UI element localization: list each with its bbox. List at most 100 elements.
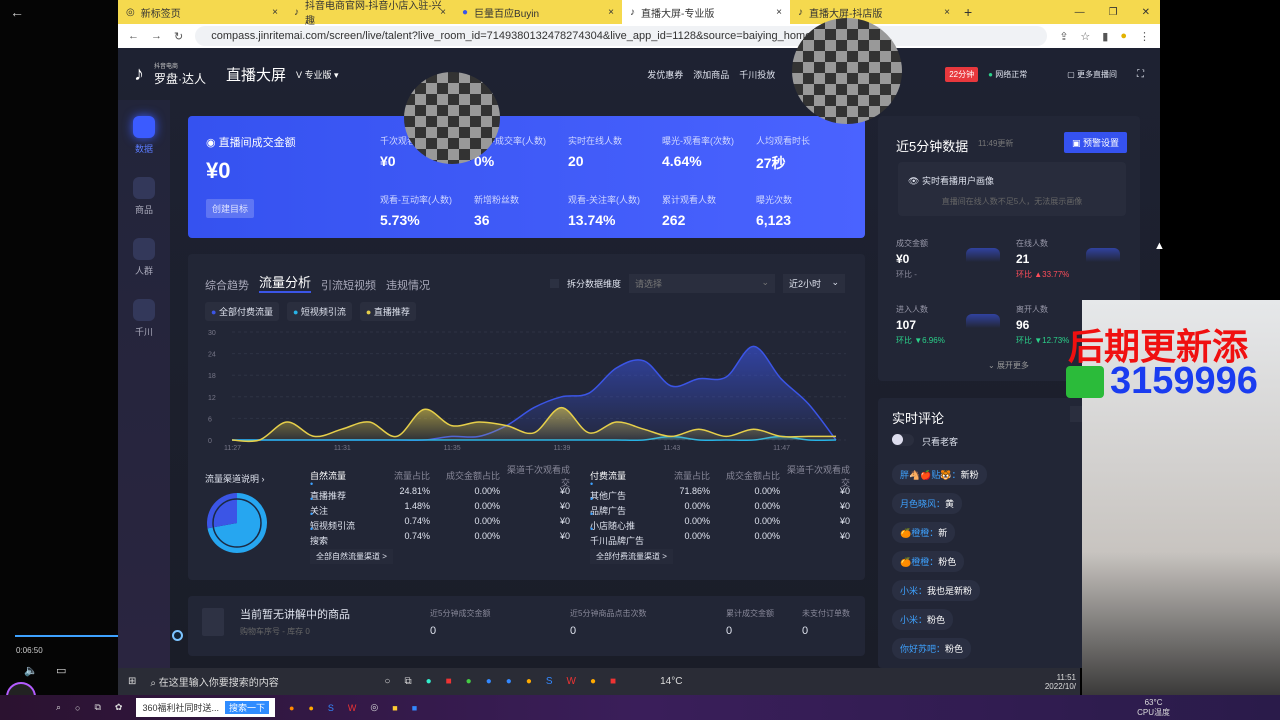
- app-icon[interactable]: ■: [412, 703, 417, 713]
- expand-more-link[interactable]: ⌄ 展开更多: [988, 360, 1029, 371]
- close-tab-icon[interactable]: ×: [440, 7, 446, 18]
- cart-icon: [133, 177, 155, 199]
- alert-settings-button[interactable]: ▣ 预警设置: [1064, 132, 1128, 153]
- sidebar-icon[interactable]: ▮: [1102, 30, 1108, 43]
- legend-item[interactable]: ● 短视频引流: [286, 302, 352, 321]
- ie-icon[interactable]: ●: [506, 676, 512, 687]
- metric: 曝光次数 6,123: [756, 195, 793, 228]
- wps-icon[interactable]: W: [348, 703, 357, 713]
- close-tab-icon[interactable]: ×: [272, 7, 278, 18]
- reload-icon[interactable]: ↻: [174, 30, 183, 43]
- forward-icon[interactable]: →: [151, 30, 162, 42]
- range-select[interactable]: 近2小时 ⌄: [783, 274, 846, 293]
- old-customer-toggle[interactable]: [892, 434, 914, 446]
- new-tab-icon[interactable]: +: [964, 4, 972, 20]
- app-icon[interactable]: ◎: [370, 702, 378, 713]
- legend-item[interactable]: ● 直播推荐: [359, 302, 416, 321]
- comment-item: 🍊橙橙：新: [892, 522, 987, 551]
- profile-icon[interactable]: ●: [1120, 30, 1127, 42]
- share-icon[interactable]: ⇪: [1059, 30, 1068, 43]
- search-button[interactable]: 搜索一下: [225, 701, 270, 714]
- wps-icon[interactable]: W: [567, 676, 576, 687]
- chrome-icon[interactable]: ●: [308, 703, 313, 713]
- task-view-icon[interactable]: ⧉: [94, 702, 100, 713]
- browser-tab[interactable]: ◎ 新标签页 ×: [118, 0, 286, 24]
- analysis-tab[interactable]: 违规情况: [386, 277, 430, 293]
- recorder-icon[interactable]: ■: [610, 676, 616, 687]
- app-icon[interactable]: ✿: [115, 702, 123, 713]
- app-icon[interactable]: ■: [446, 676, 452, 687]
- sidebar: 数据 商品 人群 千川: [118, 100, 170, 668]
- url-input[interactable]: compass.jinritemai.com/screen/live/talen…: [195, 26, 1048, 46]
- fullscreen-icon[interactable]: ⛶: [1137, 69, 1144, 80]
- close-tab-icon[interactable]: ×: [776, 7, 782, 18]
- sogou-icon[interactable]: S: [546, 676, 553, 687]
- folder-icon[interactable]: ■: [392, 703, 397, 713]
- sidebar-item-data[interactable]: 数据: [118, 116, 170, 155]
- windows-start-icon[interactable]: ⊞: [128, 676, 136, 687]
- subtitle-icon[interactable]: ▭: [56, 664, 66, 677]
- create-goal-button[interactable]: 创建目标: [206, 199, 255, 218]
- split-checkbox[interactable]: [550, 279, 559, 288]
- legend-item[interactable]: ● 全部付费流量: [205, 302, 279, 321]
- progress-handle[interactable]: [172, 630, 183, 641]
- mosaic-blur: [792, 18, 902, 124]
- chrome-icon[interactable]: ●: [526, 676, 532, 687]
- taskbar-search[interactable]: ⌕ 在这里输入你要搜索的内容: [150, 674, 370, 689]
- browser-tab[interactable]: ♪ 直播大屏-抖店版 ×: [790, 0, 958, 24]
- sparkline: [966, 248, 1000, 262]
- header-link[interactable]: 添加商品: [693, 68, 729, 81]
- analysis-tab[interactable]: 综合趋势: [205, 277, 249, 293]
- edge-icon[interactable]: ●: [426, 676, 432, 687]
- table-row: • 搜索 0.74% 0.00% ¥0: [310, 524, 570, 546]
- natural-traffic-table: 自然流量 流量占比 成交金额占比 渠道千次观看成交 • 直播推荐 24.81% 0.00% ¥…: [310, 465, 570, 564]
- edition-dropdown[interactable]: V 专业版 ▾: [296, 68, 339, 81]
- x-tick-label: 11:31: [334, 445, 351, 452]
- sogou-icon[interactable]: S: [328, 703, 334, 713]
- ie-search-box[interactable]: 360福利社同时送... 搜索一下: [136, 698, 276, 717]
- browser-tab-active[interactable]: ♪ 直播大屏-专业版 ×: [622, 0, 790, 24]
- channel-explain-link[interactable]: 流量渠道说明 ›: [205, 472, 265, 485]
- dimension-select[interactable]: 请选择 ⌄: [629, 274, 776, 293]
- all-channels-link[interactable]: 全部自然流量渠道 >: [310, 549, 393, 564]
- recent-title: 近5分钟数据: [896, 139, 969, 154]
- analysis-tab[interactable]: 流量分析: [259, 272, 312, 293]
- browser-tab[interactable]: ● 巨量百应Buyin ×: [454, 0, 622, 24]
- task-view-icon[interactable]: ⧉: [404, 676, 411, 687]
- all-channels-link[interactable]: 全部付费流量渠道 >: [590, 549, 673, 564]
- product-metric: 近5分钟商品点击次数 0: [570, 609, 647, 637]
- volume-icon[interactable]: 🔈: [24, 664, 38, 677]
- back-icon[interactable]: ←: [10, 4, 24, 20]
- header-link[interactable]: 千川投放: [739, 68, 775, 81]
- bookmark-star-icon[interactable]: ☆: [1080, 30, 1090, 43]
- browser-tab[interactable]: ♪ 抖音电商官网-抖音小店入驻-兴趣 ×: [286, 0, 454, 27]
- app-icon[interactable]: ●: [289, 703, 294, 713]
- analysis-tab[interactable]: 引流短视频: [321, 277, 376, 293]
- app-icon[interactable]: ●: [486, 676, 492, 687]
- minimize-icon[interactable]: —: [1075, 7, 1085, 18]
- close-tab-icon[interactable]: ×: [608, 7, 614, 18]
- comment-item: 你好苏吧：粉色: [892, 638, 987, 667]
- cortana-icon[interactable]: ○: [75, 703, 80, 713]
- menu-icon[interactable]: ⋮: [1139, 30, 1150, 43]
- series-area: [232, 346, 836, 441]
- maximize-icon[interactable]: ❐: [1109, 7, 1118, 18]
- sidebar-item-qianchuan[interactable]: 千川: [118, 299, 170, 338]
- sidebar-item-products[interactable]: 商品: [118, 177, 170, 216]
- close-window-icon[interactable]: ✕: [1142, 7, 1150, 18]
- cpu-temp: 63°C CPU温度: [1137, 697, 1170, 717]
- 360-icon[interactable]: ●: [466, 676, 472, 687]
- sidebar-item-audience[interactable]: 人群: [118, 238, 170, 277]
- more-rooms-button[interactable]: ▢ 更多直播间: [1067, 69, 1117, 80]
- close-tab-icon[interactable]: ×: [944, 7, 950, 18]
- chrome-icon[interactable]: ●: [590, 676, 596, 687]
- cortana-icon[interactable]: ○: [384, 676, 390, 687]
- pie-slice: [207, 493, 237, 529]
- header-link[interactable]: 发优惠券: [647, 68, 683, 81]
- split-label: 拆分数据维度: [567, 279, 622, 289]
- chart-legend: ● 全部付费流量 ● 短视频引流 ● 直播推荐: [205, 302, 416, 321]
- traffic-chart: 0 6 12 18 24 30 11:27 11:31 11:35 11:39 11:43 11:47: [208, 330, 846, 452]
- comment-item: 🍊橙橙：粉色: [892, 551, 987, 580]
- back-icon[interactable]: ←: [128, 30, 139, 42]
- search-icon[interactable]: ⌕: [56, 702, 61, 713]
